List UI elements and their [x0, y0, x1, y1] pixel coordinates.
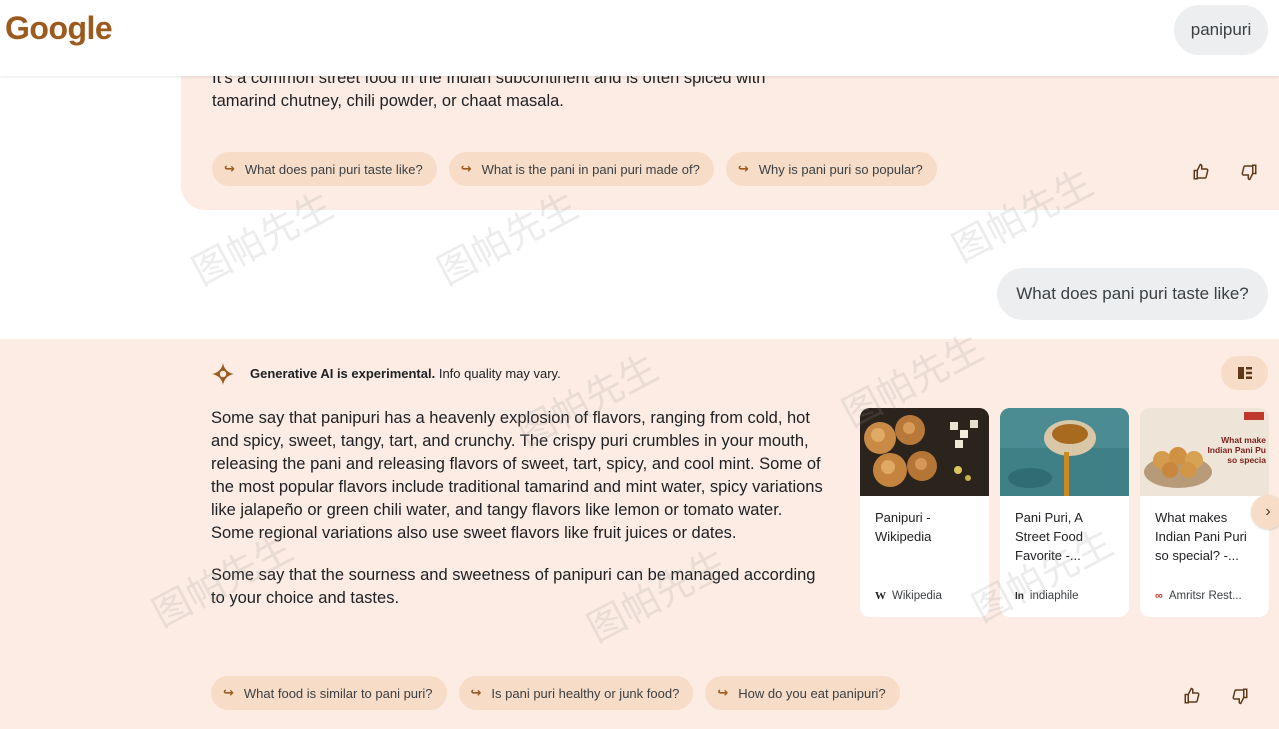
ai-disclaimer: Generative AI is experimental. Info qual…	[250, 366, 561, 381]
wikipedia-favicon-icon: W	[875, 590, 886, 602]
card-image-caption: What make Indian Pani Pu so specia	[1207, 435, 1266, 465]
amritsr-favicon-icon: ∞	[1155, 590, 1163, 602]
thumbs-down-icon[interactable]	[1229, 685, 1251, 707]
search-results-page: Google panipuri It's a common street foo…	[0, 0, 1279, 729]
thumbs-down-icon[interactable]	[1238, 161, 1260, 183]
card-title: Pani Puri, A Street Food Favorite -...	[1015, 510, 1083, 563]
layout-icon	[1237, 367, 1252, 379]
followup-arrow-icon: ↪	[460, 161, 472, 176]
ai-answer-text: Some say that panipuri has a heavenly ex…	[211, 407, 823, 610]
followup-chip[interactable]: ↪ How do you eat panipuri?	[705, 676, 900, 710]
followup-chip[interactable]: ↪ Is pani puri healthy or junk food?	[458, 676, 694, 710]
followup-chip-label: What is the pani in pani puri made of?	[481, 161, 700, 177]
previous-answer-line-2: tamarind chutney, chili powder, or chaat…	[212, 92, 564, 110]
followup-chip-label: What does pani puri taste like?	[244, 161, 423, 177]
card-image: What make Indian Pani Pu so specia	[1140, 408, 1269, 496]
followup-chip[interactable]: ↪ What does pani puri taste like?	[212, 152, 437, 186]
ai-answer-panel: Generative AI is experimental. Info qual…	[0, 339, 1279, 729]
followup-chip[interactable]: ↪ What is the pani in pani puri made of?	[448, 152, 714, 186]
previous-followup-list: ↪ What does pani puri taste like? ↪ What…	[212, 152, 937, 186]
answer-followup-list: ↪ What food is similar to pani puri? ↪ I…	[211, 676, 900, 710]
source-card-wikipedia[interactable]: Panipuri - Wikipedia W Wikipedia	[860, 408, 989, 617]
card-title: What makes Indian Pani Puri so special? …	[1155, 510, 1247, 563]
ai-disclaimer-bold: Generative AI is experimental.	[250, 366, 436, 381]
header: Google panipuri	[0, 0, 1279, 76]
answer-paragraph: Some say that panipuri has a heavenly ex…	[211, 409, 823, 542]
followup-arrow-icon: ↪	[223, 685, 234, 700]
search-query-chip[interactable]: panipuri	[1174, 5, 1268, 55]
card-source: ∞ Amritsr Rest...	[1155, 590, 1242, 602]
followup-arrow-icon: ↪	[470, 685, 482, 700]
generative-ai-icon	[211, 362, 235, 386]
card-source-name: Amritsr Rest...	[1168, 590, 1242, 602]
followup-chip-label: Why is pani puri so popular?	[758, 161, 923, 177]
indiaphile-favicon-icon: In	[1015, 590, 1024, 602]
followup-chip[interactable]: ↪ Why is pani puri so popular?	[725, 152, 937, 186]
card-title: Panipuri - Wikipedia	[875, 510, 932, 544]
answer-paragraph: Some say that the sourness and sweetness…	[211, 566, 816, 607]
card-source: W Wikipedia	[875, 590, 942, 602]
ai-disclaimer-rest: Info quality may vary.	[435, 366, 561, 381]
card-source-name: indiaphile	[1029, 590, 1079, 602]
followup-arrow-icon: ↪	[717, 685, 729, 700]
thumbs-up-icon[interactable]	[1190, 161, 1212, 183]
card-image	[860, 408, 989, 496]
chevron-right-icon[interactable]: ›	[1251, 495, 1279, 529]
user-question-bubble: What does pani puri taste like?	[997, 268, 1268, 320]
followup-chip-label: How do you eat panipuri?	[738, 685, 886, 701]
layout-toggle-button[interactable]	[1221, 356, 1268, 390]
source-card-amritsr[interactable]: What make Indian Pani Pu so specia What …	[1140, 408, 1269, 617]
card-source: In indiaphile	[1015, 590, 1079, 602]
source-card-indiaphile[interactable]: Pani Puri, A Street Food Favorite -... I…	[1000, 408, 1129, 617]
card-source-name: Wikipedia	[892, 590, 942, 602]
followup-chip-label: What food is similar to pani puri?	[243, 685, 433, 701]
thumbs-up-icon[interactable]	[1181, 685, 1203, 707]
followup-arrow-icon: ↪	[224, 161, 235, 176]
followup-arrow-icon: ↪	[737, 161, 749, 176]
card-image	[1000, 408, 1129, 496]
followup-chip[interactable]: ↪ What food is similar to pani puri?	[211, 676, 447, 710]
google-logo[interactable]: Google	[5, 10, 113, 47]
followup-chip-label: Is pani puri healthy or junk food?	[491, 685, 680, 701]
